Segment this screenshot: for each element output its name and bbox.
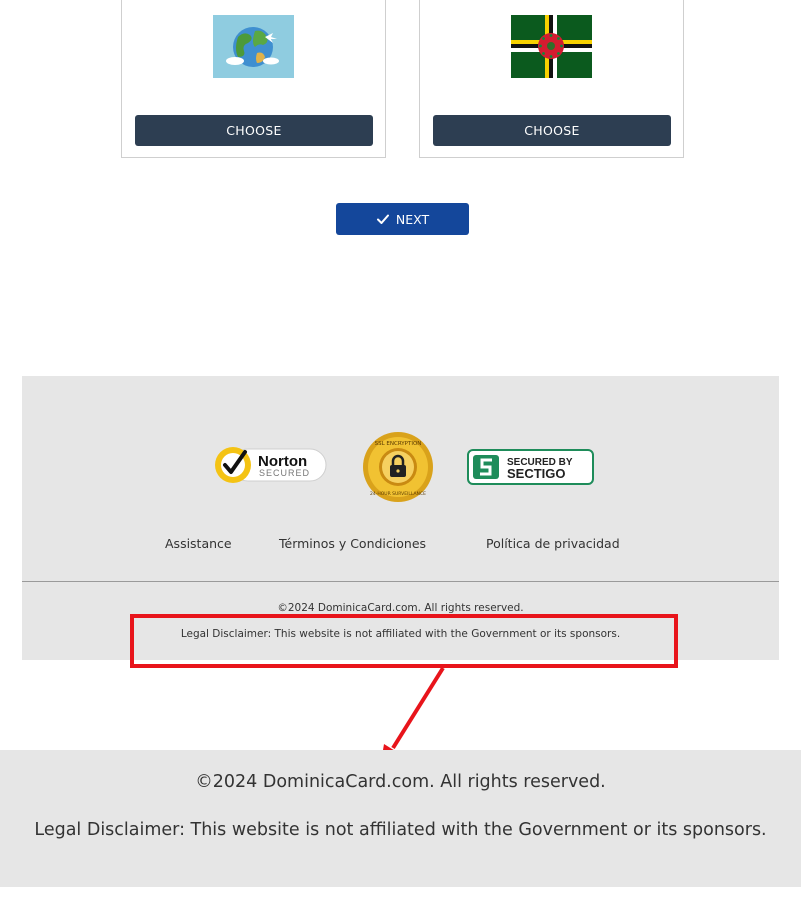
checkmark-icon <box>376 214 389 224</box>
footer-divider <box>22 581 779 582</box>
terms-link[interactable]: Términos y Condiciones <box>279 536 426 551</box>
trust-badges: Norton SECURED SSL ENCRYPTION 24-HOUR SU… <box>22 431 779 503</box>
ssl-top-text: SSL ENCRYPTION <box>375 441 422 447</box>
footer-links: Assistance Términos y Condiciones Políti… <box>22 536 779 556</box>
footer-copyright: ©2024 DominicaCard.com. All rights reser… <box>277 602 524 614</box>
norton-secured-badge: Norton SECURED <box>215 447 327 483</box>
dominica-flag-icon <box>511 15 592 78</box>
highlight-box <box>130 614 678 668</box>
next-button-label: NEXT <box>395 211 430 227</box>
zoomed-copyright: ©2024 DominicaCard.com. All rights reser… <box>195 772 606 792</box>
globe-icon <box>213 15 294 78</box>
zoomed-footer: ©2024 DominicaCard.com. All rights reser… <box>0 750 801 887</box>
option-card-global: CHOOSE <box>121 0 386 158</box>
ssl-encryption-badge: SSL ENCRYPTION 24-HOUR SURVEILLANCE <box>363 432 433 502</box>
next-button[interactable]: NEXT <box>336 203 469 235</box>
privacy-link[interactable]: Política de privacidad <box>486 536 620 551</box>
norton-sub-text: SECURED <box>259 468 310 478</box>
ssl-bottom-text: 24-HOUR SURVEILLANCE <box>370 491 426 497</box>
choose-button-global[interactable]: CHOOSE <box>135 115 373 146</box>
sectigo-secured-badge: SECURED BY SECTIGO <box>467 449 594 485</box>
sectigo-line2: SECTIGO <box>507 466 566 481</box>
assistance-link[interactable]: Assistance <box>165 536 232 551</box>
choose-button-dominica[interactable]: CHOOSE <box>433 115 671 146</box>
option-card-dominica: CHOOSE <box>419 0 684 158</box>
zoomed-legal-disclaimer: Legal Disclaimer: This website is not af… <box>34 820 767 840</box>
